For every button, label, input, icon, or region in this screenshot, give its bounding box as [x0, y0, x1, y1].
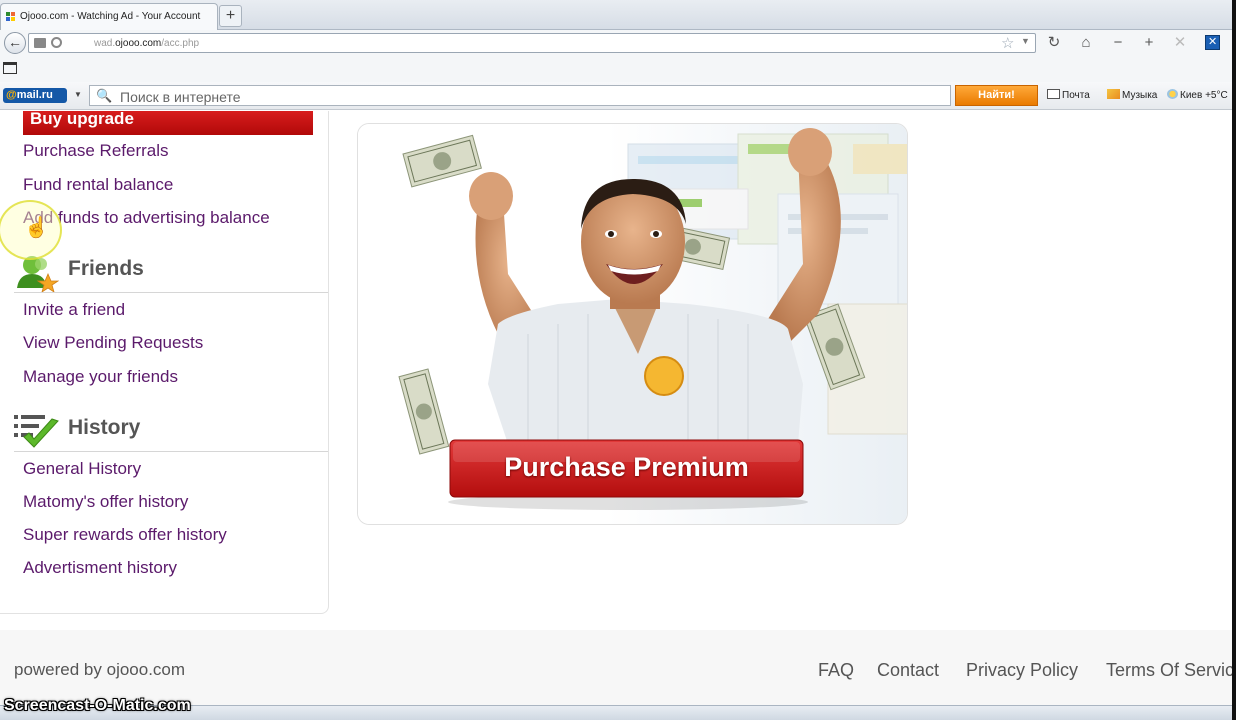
music-icon — [1107, 89, 1120, 99]
zoom-out-icon[interactable]: − — [1109, 34, 1127, 51]
manage-friends-link[interactable]: Manage your friends — [23, 367, 178, 387]
friends-section-title: Friends — [68, 257, 144, 280]
page-content: Buy upgrade Purchase Referrals Fund rent… — [0, 110, 1236, 720]
fund-rental-balance-link[interactable]: Fund rental balance — [23, 175, 173, 195]
mailru-search-input[interactable]: 🔍 Поиск в интернете — [89, 85, 951, 106]
footer-privacy-link[interactable]: Privacy Policy — [966, 660, 1078, 681]
friends-divider — [14, 292, 328, 293]
mailru-toolbar: @mail.ru ▼ 🔍 Поиск в интернете Найти! По… — [0, 82, 1236, 110]
bookmark-star-icon[interactable]: ☆ — [1001, 34, 1014, 52]
pending-requests-link[interactable]: View Pending Requests — [23, 333, 203, 353]
tab-title: Ojooo.com - Watching Ad - Your Account — [20, 11, 201, 22]
find-button[interactable]: Найти! — [955, 85, 1038, 106]
page-icon — [34, 38, 46, 48]
window-edge — [1232, 0, 1236, 720]
history-section-title: History — [68, 416, 141, 439]
history-divider — [14, 451, 328, 452]
purchase-premium-button[interactable]: Purchase Premium — [450, 452, 803, 483]
weather-icon — [1167, 89, 1178, 99]
history-checklist-icon — [14, 415, 59, 448]
search-placeholder: Поиск в интернете — [120, 89, 241, 105]
home-icon[interactable]: ⌂ — [1077, 34, 1095, 51]
advertisment-history-link[interactable]: Advertisment history — [23, 558, 177, 578]
envelope-icon — [1047, 89, 1060, 99]
music-link[interactable]: Музыка — [1107, 89, 1157, 101]
screencast-watermark: Screencast-O-Matic.com — [4, 697, 191, 714]
footer-faq-link[interactable]: FAQ — [818, 660, 854, 681]
purchase-referrals-link[interactable]: Purchase Referrals — [23, 141, 169, 161]
super-rewards-history-link[interactable]: Super rewards offer history — [23, 525, 227, 545]
address-bar[interactable]: wad.ojooo.com/acc.php ☆ ▼ — [28, 33, 1036, 53]
powered-by-text: powered by ojooo.com — [14, 660, 186, 679]
friends-icon — [17, 256, 59, 293]
back-button[interactable]: ← — [4, 32, 26, 54]
matomy-offer-history-link[interactable]: Matomy's offer history — [23, 492, 188, 512]
identity-icon[interactable] — [51, 37, 62, 48]
tab-active[interactable]: Ojooo.com - Watching Ad - Your Account — [0, 3, 218, 30]
extension-icon[interactable] — [1205, 35, 1220, 50]
site-favicon-icon — [6, 12, 16, 22]
mail-link[interactable]: Почта — [1047, 89, 1090, 101]
weather-link[interactable]: Киев +5°C — [1167, 89, 1228, 101]
browser-window: { "browser": { "tab_title": "Ojooo.com -… — [0, 0, 1236, 720]
navigation-bar: ← wad.ojooo.com/acc.php ☆ ▼ ↻ ⌂ − + ✕ — [0, 30, 1236, 56]
reload-icon[interactable]: ↻ — [1045, 34, 1063, 51]
general-history-link[interactable]: General History — [23, 459, 141, 479]
mailru-logo[interactable]: @mail.ru — [3, 88, 67, 103]
tab-strip: Ojooo.com - Watching Ad - Your Account + — [0, 0, 1236, 30]
mailru-dropdown-icon[interactable]: ▼ — [74, 90, 82, 99]
invite-friend-link[interactable]: Invite a friend — [23, 300, 125, 320]
buy-upgrade-button[interactable]: Buy upgrade — [23, 110, 313, 135]
stop-icon[interactable]: ✕ — [1171, 34, 1189, 51]
purchase-premium-banner[interactable]: Purchase Premium — [357, 123, 908, 525]
hand-cursor-icon: ☝ — [24, 217, 49, 239]
zoom-in-icon[interactable]: + — [1140, 34, 1158, 51]
footer-contact-link[interactable]: Contact — [877, 660, 939, 681]
window-icon[interactable] — [3, 62, 17, 74]
url-text: wad.ojooo.com/acc.php — [94, 38, 200, 49]
sidebar-menu: Buy upgrade Purchase Referrals Fund rent… — [0, 110, 329, 614]
footer-terms-link[interactable]: Terms Of Service — [1106, 660, 1236, 681]
new-tab-button[interactable]: + — [219, 5, 242, 27]
url-dropdown-icon[interactable]: ▼ — [1021, 36, 1030, 46]
menu-strip — [0, 56, 1236, 82]
search-icon: 🔍 — [96, 88, 113, 103]
